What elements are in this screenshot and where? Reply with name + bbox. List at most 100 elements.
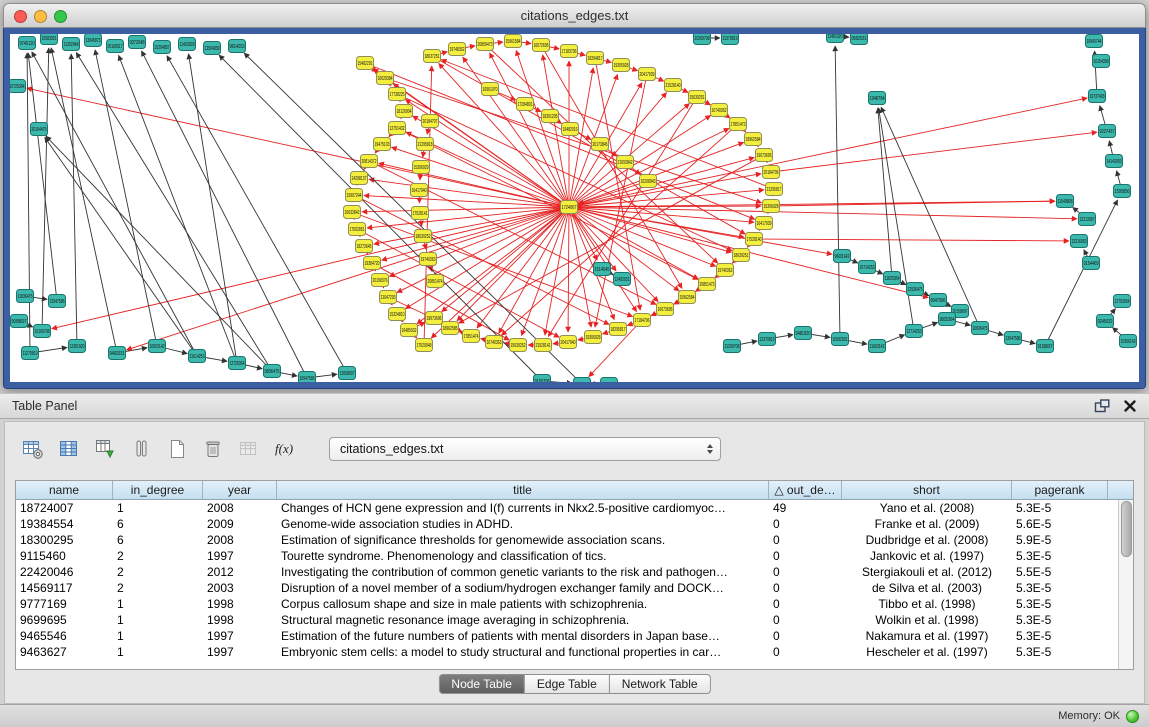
graph-node[interactable]: 10947586 bbox=[299, 372, 316, 383]
graph-edge[interactable] bbox=[42, 48, 49, 331]
graph-edge[interactable] bbox=[771, 201, 1055, 206]
graph-edge[interactable] bbox=[878, 108, 892, 278]
graph-node[interactable]: 12481920 bbox=[827, 34, 844, 43]
graph-node[interactable]: 21528141 bbox=[535, 339, 552, 352]
graph-node[interactable]: 9481920 bbox=[795, 327, 812, 340]
graph-node[interactable]: 16417040 bbox=[411, 184, 428, 197]
graph-edge[interactable] bbox=[95, 50, 157, 346]
graph-node[interactable]: 17183706 bbox=[561, 45, 578, 58]
close-panel-icon[interactable] bbox=[1123, 399, 1137, 413]
graph-node[interactable]: 9245032 bbox=[1097, 315, 1114, 328]
graph-node[interactable]: 20158376 bbox=[372, 274, 389, 287]
graph-node[interactable]: 17851474 bbox=[463, 330, 480, 343]
graph-node[interactable]: 16208943 bbox=[640, 175, 657, 188]
graph-node[interactable]: 18639252 bbox=[415, 230, 432, 243]
graph-edge[interactable] bbox=[397, 128, 698, 280]
graph-node[interactable]: 1514545 bbox=[594, 263, 611, 276]
graph-node[interactable]: 12504839 bbox=[204, 42, 221, 55]
graph-node[interactable]: 12381920 bbox=[69, 340, 86, 353]
graph-node[interactable]: 15907244 bbox=[346, 189, 363, 202]
graph-node[interactable]: 18273645 bbox=[356, 240, 373, 253]
graph-edge[interactable] bbox=[754, 239, 1069, 241]
row-height-icon[interactable] bbox=[127, 436, 154, 463]
graph-node[interactable]: 10294857 bbox=[154, 41, 171, 54]
graph-node[interactable]: 15482291 bbox=[357, 57, 374, 70]
column-header-short[interactable]: short bbox=[842, 481, 1012, 499]
zoom-window-button[interactable] bbox=[54, 10, 67, 23]
graph-edge[interactable] bbox=[189, 54, 237, 363]
new-table-icon[interactable] bbox=[163, 436, 190, 463]
graph-node[interactable]: 15639252 bbox=[510, 339, 527, 352]
graph-node[interactable]: 17738225 bbox=[389, 88, 406, 101]
graph-node[interactable]: 15306928 bbox=[763, 200, 780, 213]
column-header-pagerank[interactable]: pagerank bbox=[1012, 481, 1108, 499]
graph-edge[interactable] bbox=[167, 56, 347, 373]
graph-edge[interactable] bbox=[119, 55, 237, 363]
graph-node[interactable]: 21295817 bbox=[766, 183, 783, 196]
table-row[interactable]: 1456911722003Disruption of a novel membe… bbox=[16, 580, 1118, 596]
graph-node[interactable]: 16961070 bbox=[482, 83, 499, 96]
graph-node[interactable]: 11549808 bbox=[1057, 195, 1074, 208]
graph-node[interactable]: 20417040 bbox=[560, 336, 577, 349]
column-header-year[interactable]: year bbox=[203, 481, 277, 499]
table-row[interactable]: 969969511998Structural magnetic resonanc… bbox=[16, 612, 1118, 628]
graph-node[interactable]: 21093842 bbox=[617, 156, 634, 169]
graph-node[interactable]: 19740363 bbox=[420, 253, 437, 266]
graph-edge[interactable] bbox=[771, 132, 1097, 172]
graph-node[interactable]: 21047293 bbox=[380, 291, 397, 304]
graph-node[interactable]: 18294817 bbox=[587, 52, 604, 65]
graph-node[interactable]: 9169708 bbox=[534, 375, 551, 383]
table-row[interactable]: 1938455462009Genome-wide association stu… bbox=[16, 516, 1118, 532]
graph-node[interactable]: 20851474 bbox=[427, 275, 444, 288]
graph-node[interactable]: 17528141 bbox=[412, 207, 429, 220]
graph-node[interactable]: 9836475 bbox=[264, 365, 281, 378]
graph-node[interactable]: 9372048 bbox=[129, 36, 146, 49]
graph-node[interactable]: 10583921 bbox=[41, 34, 58, 45]
graph-node[interactable]: 11381920 bbox=[601, 378, 618, 383]
graph-node[interactable]: 11603142 bbox=[869, 340, 886, 353]
float-panel-icon[interactable] bbox=[1094, 399, 1110, 413]
graph-node[interactable]: 17092851 bbox=[349, 223, 366, 236]
graph-node[interactable]: 10154308 bbox=[1093, 55, 1110, 68]
graph-node[interactable]: 16740363 bbox=[486, 336, 503, 349]
graph-node[interactable]: 17851473 bbox=[730, 118, 747, 131]
graph-node[interactable]: 17529048 bbox=[416, 339, 433, 352]
graph-node[interactable]: 12725364 bbox=[229, 357, 246, 370]
tab-network-table[interactable]: Network Table bbox=[610, 674, 711, 694]
graph-node[interactable]: 15962584 bbox=[679, 291, 696, 304]
graph-node[interactable]: 9492031 bbox=[109, 347, 126, 360]
delete-table-icon[interactable] bbox=[199, 436, 226, 463]
graph-node[interactable]: 10356143 bbox=[1120, 335, 1137, 348]
graph-node[interactable]: 19384720 bbox=[364, 257, 381, 270]
graph-node[interactable]: 16029384 bbox=[377, 72, 394, 85]
graph-node[interactable]: 12058697 bbox=[339, 367, 356, 380]
graph-node[interactable]: 20851473 bbox=[699, 278, 716, 291]
graph-edge[interactable] bbox=[569, 98, 1087, 207]
graph-node[interactable]: 19482016 bbox=[562, 123, 579, 136]
graph-node[interactable]: 18962585 bbox=[442, 322, 459, 335]
graph-node[interactable]: 18639251 bbox=[733, 249, 750, 262]
table-mode-icon[interactable] bbox=[19, 436, 46, 463]
graph-node[interactable]: 15306929 bbox=[413, 161, 430, 174]
column-header-in_degree[interactable]: in_degree bbox=[113, 481, 203, 499]
graph-node[interactable]: 11836475 bbox=[17, 290, 34, 303]
graph-node[interactable]: 20859473 bbox=[477, 38, 494, 51]
graph-node[interactable]: 12213987 bbox=[1079, 213, 1096, 226]
graph-node[interactable]: 11403928 bbox=[179, 38, 196, 51]
graph-node[interactable]: 9058697 bbox=[11, 315, 28, 328]
graph-node[interactable]: 12714253 bbox=[906, 325, 923, 338]
graph-node[interactable]: 20164475 bbox=[31, 123, 48, 136]
table-row[interactable]: 1872400712008Changes of HCN gene express… bbox=[16, 500, 1118, 516]
graph-node[interactable]: 12370819 bbox=[759, 333, 776, 346]
graph-edge[interactable] bbox=[45, 137, 197, 356]
graph-node[interactable]: 11370819 bbox=[722, 34, 739, 45]
graph-node[interactable]: 10270819 bbox=[574, 378, 591, 383]
graph-node[interactable]: 9825364 bbox=[939, 313, 956, 326]
graph-edge[interactable] bbox=[71, 54, 77, 346]
scrollbar-thumb[interactable] bbox=[1121, 501, 1132, 557]
graph-node[interactable]: 15961584 bbox=[505, 35, 522, 48]
graph-node[interactable]: 1724067 bbox=[561, 201, 578, 214]
table-vertical-scrollbar[interactable] bbox=[1118, 500, 1133, 669]
graph-edge[interactable] bbox=[569, 207, 591, 327]
graph-edge[interactable] bbox=[52, 207, 569, 329]
